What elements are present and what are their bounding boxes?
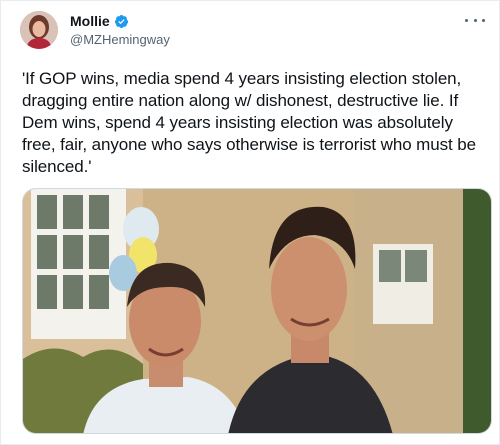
photo-two-men-outdoors-icon xyxy=(23,189,491,433)
tweet-card[interactable]: Mollie @MZHemingway 'If GOP wins, media … xyxy=(0,0,500,445)
author-name-row[interactable]: Mollie xyxy=(70,13,129,29)
author-handle[interactable]: @MZHemingway xyxy=(70,32,170,47)
verified-badge-icon xyxy=(114,14,128,28)
author-avatar[interactable] xyxy=(20,11,58,49)
tweet-media-photo[interactable] xyxy=(22,188,492,434)
more-options-icon[interactable] xyxy=(465,13,485,27)
tweet-text: 'If GOP wins, media spend 4 years insist… xyxy=(22,69,481,176)
avatar-photo-icon xyxy=(20,11,58,49)
author-display-name[interactable]: Mollie xyxy=(70,13,110,29)
